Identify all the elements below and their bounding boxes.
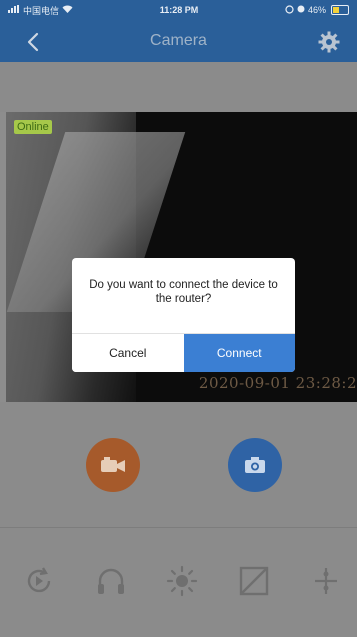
- wifi-icon: [62, 5, 73, 15]
- brightness-icon: [166, 565, 198, 597]
- adjust-button[interactable]: [309, 564, 343, 598]
- contrast-icon: [239, 566, 269, 596]
- camera-icon: [245, 457, 265, 473]
- controls-panel: [0, 402, 357, 527]
- status-time: 11:28 PM: [159, 5, 199, 15]
- status-badge: Online: [14, 120, 52, 134]
- nav-bar: Camera: [0, 20, 357, 62]
- bottom-toolbar: [0, 528, 357, 637]
- battery-percent: 46%: [307, 5, 326, 15]
- record-button[interactable]: [86, 438, 140, 492]
- status-right: 46%: [285, 4, 349, 16]
- video-timestamp: 2020-09-01 23:28:2: [198, 374, 357, 392]
- carrier-label: 中国电信: [23, 5, 60, 16]
- playback-button[interactable]: [22, 564, 56, 598]
- settings-button[interactable]: [317, 30, 341, 54]
- status-left: 中国电信: [8, 4, 73, 17]
- spacer: [0, 62, 357, 112]
- video-camera-icon: [101, 457, 125, 472]
- adjust-icon: [315, 568, 337, 594]
- signal-icon: [8, 5, 20, 15]
- alarm-icon: [297, 5, 305, 15]
- dialog-buttons: Cancel Connect: [72, 333, 295, 372]
- snapshot-button[interactable]: [228, 438, 282, 492]
- lock-rotation-icon: [285, 4, 294, 16]
- connect-router-dialog: Do you want to connect the device to the…: [72, 258, 295, 372]
- dialog-message: Do you want to connect the device to the…: [89, 279, 278, 305]
- contrast-button[interactable]: [237, 564, 271, 598]
- cancel-button[interactable]: Cancel: [72, 334, 184, 372]
- audio-button[interactable]: [94, 564, 128, 598]
- headphones-icon: [98, 568, 124, 594]
- battery-icon: [331, 5, 349, 15]
- playback-icon: [27, 567, 51, 593]
- brightness-button[interactable]: [165, 564, 199, 598]
- gear-icon: [318, 31, 340, 53]
- page-title: Camera: [150, 32, 207, 49]
- connect-button[interactable]: Connect: [183, 334, 295, 372]
- status-bar: 中国电信 11:28 PM 46%: [0, 0, 357, 20]
